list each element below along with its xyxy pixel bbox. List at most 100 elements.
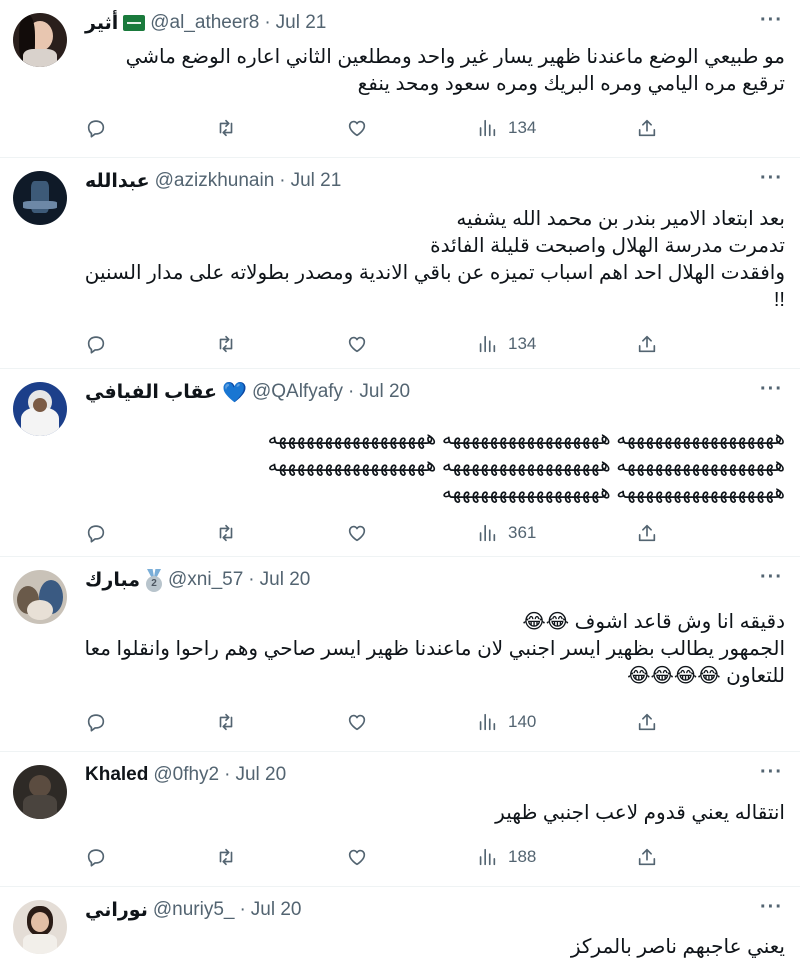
tweet-text: دقيقه انا وش قاعد اشوف 😂😂 الجمهور يطالب … <box>85 609 785 690</box>
views-button[interactable]: 188 <box>476 845 536 869</box>
share-button[interactable] <box>636 845 658 869</box>
views-button[interactable]: 361 <box>476 521 536 545</box>
tweet-text: هههههههههههههههههه هههههههههههههههههه هه… <box>85 425 785 506</box>
retweet-icon <box>219 335 233 353</box>
display-name[interactable]: نوراني <box>85 899 148 922</box>
reply-button[interactable] <box>85 845 107 869</box>
reply-button[interactable] <box>85 521 107 545</box>
saudi-flag-icon <box>123 15 146 31</box>
tweet-text-line: هههههههههههههههههه هههههههههههههههههه <box>441 481 785 503</box>
handle[interactable]: @al_atheer8 <box>150 12 259 34</box>
retweet-icon <box>219 713 233 731</box>
views-button[interactable]: 134 <box>476 332 536 356</box>
share-icon <box>638 335 656 353</box>
retweet-icon <box>219 524 233 542</box>
display-name[interactable]: عبدالله <box>85 170 150 193</box>
retweet-button[interactable] <box>215 845 237 869</box>
timestamp[interactable]: Jul 21 <box>291 170 342 192</box>
separator-dot: · <box>348 381 355 402</box>
more-icon[interactable]: ··· <box>760 168 782 192</box>
tweet-header: أثير @al_atheer8 · Jul 21 <box>85 10 326 36</box>
more-icon[interactable]: ··· <box>760 379 782 403</box>
retweet-button[interactable] <box>215 710 237 734</box>
share-icon <box>638 848 656 866</box>
share-icon <box>638 713 656 731</box>
action-bar: 140 <box>85 710 685 734</box>
handle[interactable]: @QAlfyafy <box>252 381 343 403</box>
tweet-text: انتقاله يعني قدوم لاعب اجنبي ظهير <box>85 800 785 827</box>
like-button[interactable] <box>346 845 368 869</box>
reply-button[interactable] <box>85 710 107 734</box>
like-button[interactable] <box>346 710 368 734</box>
retweet-button[interactable] <box>215 116 237 140</box>
timestamp[interactable]: Jul 20 <box>260 569 311 591</box>
handle[interactable]: @azizkhunain <box>155 170 275 192</box>
tweet-text-line: للتعاون 😂😂😂😂 <box>627 665 785 687</box>
handle[interactable]: @0fhy2 <box>153 764 219 786</box>
reply-icon <box>87 714 105 732</box>
reply-feed: أثير @al_atheer8 · Jul 21 ··· مو طبيعي ا… <box>0 0 800 979</box>
display-name[interactable]: عقاب الفيافي <box>85 381 217 404</box>
more-icon[interactable]: ··· <box>760 897 782 921</box>
heart-icon <box>348 714 366 731</box>
display-name[interactable]: مبارك <box>85 569 140 592</box>
share-button[interactable] <box>636 710 658 734</box>
avatar[interactable] <box>13 570 67 624</box>
tweet[interactable]: مبارك @xni_57 · Jul 20 ··· دقيقه انا وش … <box>0 557 800 752</box>
display-name[interactable]: Khaled <box>85 764 148 786</box>
reply-icon <box>87 849 105 867</box>
avatar[interactable] <box>13 13 67 67</box>
handle[interactable]: @xni_57 <box>168 569 243 591</box>
tweet-text-line: انتقاله يعني قدوم لاعب اجنبي ظهير <box>495 802 785 824</box>
timestamp[interactable]: Jul 21 <box>276 12 327 34</box>
tweet[interactable]: نوراني @nuriy5_ · Jul 20 ··· يعني عاجبهم… <box>0 887 800 979</box>
avatar[interactable] <box>13 900 67 954</box>
tweet[interactable]: أثير @al_atheer8 · Jul 21 ··· مو طبيعي ا… <box>0 0 800 158</box>
avatar[interactable] <box>13 171 67 225</box>
share-button[interactable] <box>636 116 658 140</box>
timestamp[interactable]: Jul 20 <box>235 764 286 786</box>
retweet-button[interactable] <box>215 332 237 356</box>
more-icon[interactable]: ··· <box>760 567 782 591</box>
tweet-header: عقاب الفيافي 💙 @QAlfyafy · Jul 20 <box>85 379 410 405</box>
reply-button[interactable] <box>85 116 107 140</box>
retweet-button[interactable] <box>215 521 237 545</box>
tweet-header: مبارك @xni_57 · Jul 20 <box>85 567 310 593</box>
tweet-text-line: دقيقه انا وش قاعد اشوف 😂😂 <box>522 611 785 633</box>
views-icon <box>479 335 496 353</box>
like-button[interactable] <box>346 521 368 545</box>
display-name[interactable]: أثير <box>85 12 118 35</box>
timestamp[interactable]: Jul 20 <box>251 899 302 921</box>
views-button[interactable]: 140 <box>476 710 536 734</box>
views-count: 361 <box>508 523 537 542</box>
timestamp[interactable]: Jul 20 <box>359 381 410 403</box>
retweet-icon <box>219 848 233 866</box>
separator-dot: · <box>224 764 231 785</box>
tweet[interactable]: عقاب الفيافي 💙 @QAlfyafy · Jul 20 ··· هه… <box>0 369 800 557</box>
more-icon[interactable]: ··· <box>760 10 782 34</box>
action-bar: 361 <box>85 521 685 545</box>
share-button[interactable] <box>636 332 658 356</box>
avatar[interactable] <box>13 765 67 819</box>
views-icon <box>479 119 496 137</box>
separator-dot: · <box>279 170 286 191</box>
action-bar: 188 <box>85 845 685 869</box>
reply-button[interactable] <box>85 332 107 356</box>
avatar[interactable] <box>13 382 67 436</box>
like-button[interactable] <box>346 332 368 356</box>
views-button[interactable]: 134 <box>476 116 536 140</box>
handle[interactable]: @nuriy5_ <box>153 899 235 921</box>
views-icon <box>479 713 496 731</box>
tweet[interactable]: عبدالله @azizkhunain · Jul 21 ··· بعد اب… <box>0 158 800 369</box>
tweet-text-line: ترقيع مره اليامي ومره البريك ومره سعود و… <box>357 73 785 95</box>
like-button[interactable] <box>346 116 368 140</box>
more-icon[interactable]: ··· <box>760 762 782 786</box>
action-bar: 134 <box>85 332 685 356</box>
share-button[interactable] <box>636 521 658 545</box>
tweet[interactable]: Khaled @0fhy2 · Jul 20 ··· انتقاله يعني … <box>0 752 800 887</box>
retweet-icon <box>219 119 233 137</box>
tweet-text-line: هههههههههههههههههه هههههههههههههههههه هه… <box>267 454 785 476</box>
tweet-text: يعني عاجبهم ناصر بالمركز <box>85 934 785 961</box>
separator-dot: · <box>264 12 271 33</box>
tweet-text-line: الجمهور يطالب بظهير ايسر اجنبي لان ماعند… <box>85 638 785 660</box>
